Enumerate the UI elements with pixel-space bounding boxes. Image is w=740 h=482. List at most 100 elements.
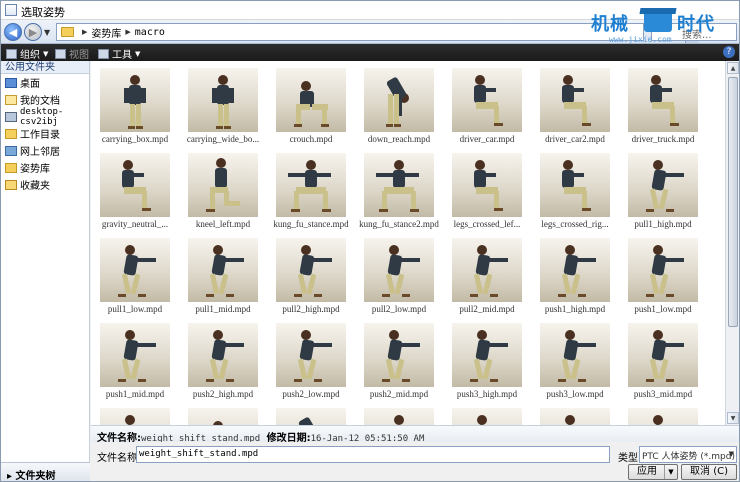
filename-input[interactable]: weight_shift_stand.mpd [136, 446, 610, 463]
figure-icon [646, 245, 684, 297]
folder-tree-toggle[interactable]: ▸ 文件夹树 [1, 462, 90, 482]
sidebar-item-label: 工作目录 [20, 130, 60, 141]
organize-icon [6, 48, 17, 59]
network-icon [5, 145, 17, 156]
figure-icon [124, 75, 146, 129]
figure-icon [294, 245, 332, 297]
filename-label: 文件名称: [97, 453, 141, 464]
views-icon [55, 48, 66, 59]
pose-thumbnail [100, 153, 170, 217]
file-name: kneel_left.mpd [195, 219, 251, 229]
file-type-value: PTC 人体姿势 (*.mpd) [642, 452, 735, 462]
back-button[interactable]: ◀ [4, 23, 22, 41]
chevron-down-icon[interactable]: ▼ [664, 465, 677, 479]
sidebar-header: 公用文件夹 [1, 61, 89, 74]
pose-thumbnail [188, 153, 258, 217]
figure-icon [122, 160, 151, 211]
sidebar-item-documents[interactable]: 我的文档 [1, 91, 89, 108]
tools-menu[interactable]: 工具 ▼ [98, 46, 140, 61]
chevron-right-icon[interactable]: ▶ [82, 28, 87, 36]
sidebar-item-desktop[interactable]: 桌面 [1, 74, 89, 91]
sidebar: 公用文件夹 桌面 我的文档 desktop-csv2ibj 工作目录 网上邻居 … [1, 61, 90, 463]
file-type-select[interactable]: PTC 人体姿势 (*.mpd) ▼ [639, 446, 737, 463]
file-name: push1_high.mpd [544, 304, 606, 314]
pose-thumbnail [276, 323, 346, 387]
pose-thumbnail [364, 323, 434, 387]
pose-thumbnail [628, 153, 698, 217]
file-name: driver_car2.mpd [545, 134, 605, 144]
sidebar-item-label: 我的文档 [20, 96, 60, 107]
file-name: pull2_low.mpd [371, 304, 427, 314]
pose-thumbnail [276, 238, 346, 302]
window-icon [5, 4, 17, 16]
bottom-panel: 文件名称: weight_shift_stand.mpd 类型 PTC 人体姿势… [91, 442, 739, 481]
file-name: crouch.mpd [289, 134, 333, 144]
file-name: push1_low.mpd [634, 304, 692, 314]
file-name: pull2_high.mpd [282, 304, 340, 314]
apply-button[interactable]: 应用 ▼ [628, 464, 678, 480]
forward-button[interactable]: ▶ [24, 23, 42, 41]
chevron-down-icon: ▼ [135, 49, 141, 58]
toolbar: 组织 ▼ 视图 工具 ▼ ? [1, 44, 739, 61]
breadcrumb-folder[interactable]: 姿势库 [91, 25, 121, 40]
path-box[interactable]: ▶ 姿势库 ▶ macro ▼ [56, 23, 699, 43]
figure-icon [213, 421, 223, 425]
help-icon[interactable]: ? [723, 46, 735, 58]
pose-thumbnail [188, 323, 258, 387]
address-bar: ◀ ▶ ▼ ▶ 姿势库 ▶ macro ▼ 搜索... [1, 20, 739, 44]
file-name: carrying_wide_bo... [186, 134, 260, 144]
file-name: push2_high.mpd [192, 389, 254, 399]
pose-thumbnail [100, 408, 170, 425]
type-label: 类型 [618, 453, 638, 464]
figure-icon [206, 330, 244, 382]
file-name: pull1_mid.mpd [195, 304, 251, 314]
pose-thumbnail [188, 408, 258, 425]
file-name: push3_mid.mpd [633, 389, 693, 399]
sidebar-item-pose-library[interactable]: 姿势库 [1, 159, 89, 176]
figure-icon [646, 160, 684, 212]
figure-icon [382, 330, 420, 382]
sidebar-item-network[interactable]: 网上邻居 [1, 142, 89, 159]
sidebar-item-favorites[interactable]: 收藏夹 [1, 176, 89, 193]
scroll-up-icon[interactable]: ▲ [727, 62, 739, 74]
title-bar: 选取姿势 [1, 1, 739, 20]
figure-icon [563, 415, 579, 425]
scroll-down-icon[interactable]: ▼ [727, 412, 739, 424]
history-dropdown[interactable]: ▼ [44, 28, 50, 37]
figure-icon [288, 160, 331, 212]
pose-thumbnail [452, 153, 522, 217]
search-input[interactable]: 搜索... [651, 23, 737, 41]
views-menu[interactable]: 视图 [55, 46, 89, 61]
pose-thumbnail [628, 238, 698, 302]
pose-thumbnail [628, 68, 698, 132]
arrow-left-icon: ◀ [8, 25, 18, 39]
sidebar-item-working-dir[interactable]: 工作目录 [1, 125, 89, 142]
chevron-right-icon: ▸ [7, 471, 16, 482]
pose-thumbnail [540, 238, 610, 302]
figure-icon [651, 415, 667, 425]
vertical-scrollbar[interactable]: ▲ ▼ [725, 61, 739, 425]
pose-thumbnail [540, 408, 610, 425]
file-name: legs_crossed_lef... [453, 219, 521, 229]
scrollbar-thumb[interactable] [728, 77, 738, 327]
file-name: kung_fu_stance2.mpd [359, 219, 439, 229]
file-name: down_reach.mpd [367, 134, 431, 144]
views-label: 视图 [69, 50, 89, 61]
figure-icon [212, 75, 234, 129]
pose-thumbnail [100, 323, 170, 387]
file-name: push2_mid.mpd [369, 389, 429, 399]
sidebar-item-label: 姿势库 [20, 164, 50, 175]
breadcrumb-subfolder[interactable]: macro [135, 27, 165, 38]
cancel-button[interactable]: 取消 (C) [681, 464, 737, 480]
pose-thumbnail [188, 68, 258, 132]
pose-thumbnail [364, 153, 434, 217]
sidebar-item-computer[interactable]: desktop-csv2ibj [1, 107, 89, 127]
folder-tree-label: 文件夹树 [15, 471, 56, 482]
figure-icon [474, 75, 503, 126]
pose-thumbnail [276, 408, 346, 425]
chevron-right-icon[interactable]: ▶ [125, 28, 130, 36]
folder-icon [5, 162, 17, 173]
file-name: kung_fu_stance.mpd [273, 219, 349, 229]
organize-menu[interactable]: 组织 ▼ [6, 46, 48, 61]
figure-icon [474, 160, 503, 211]
